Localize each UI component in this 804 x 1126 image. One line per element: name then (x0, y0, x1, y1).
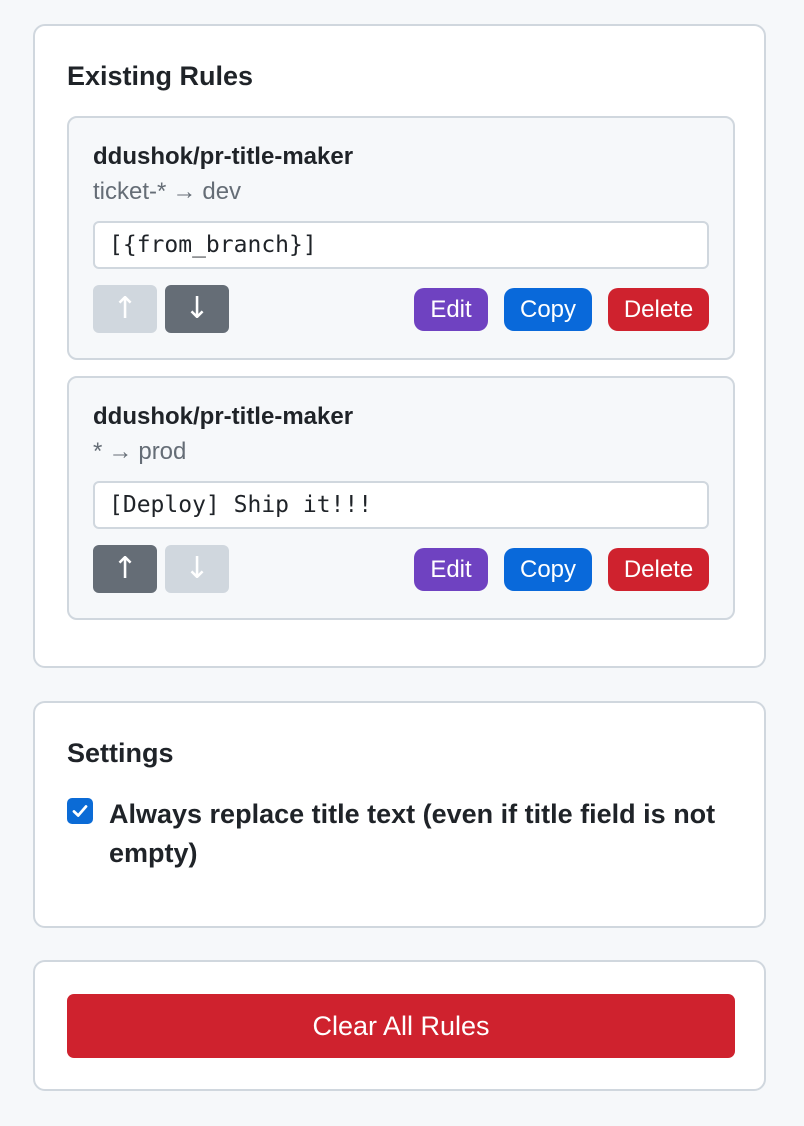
clear-rules-panel: Clear All Rules (33, 960, 766, 1091)
always-replace-checkbox[interactable] (67, 798, 93, 824)
edit-rule-button[interactable]: Edit (414, 288, 488, 331)
rule-template-input[interactable] (93, 221, 709, 269)
existing-rules-title: Existing Rules (67, 61, 254, 91)
existing-rules-panel: Existing Rules ddushok/pr-title-maker ti… (33, 24, 766, 668)
checkmark-icon (72, 805, 88, 817)
copy-rule-button[interactable]: Copy (504, 548, 592, 591)
edit-rule-button[interactable]: Edit (414, 548, 488, 591)
rule-to-branch: prod (138, 438, 187, 465)
move-down-button[interactable]: ↓ (165, 285, 229, 333)
delete-rule-button[interactable]: Delete (608, 288, 709, 331)
copy-rule-button[interactable]: Copy (504, 288, 592, 331)
rule-card: ddushok/pr-title-maker *→prod ↑ ↓ Edit C… (67, 376, 735, 620)
rule-branch-mapping: * → prod (93, 440, 186, 464)
arrow-right-icon: → (108, 438, 133, 465)
clear-all-rules-button[interactable]: Clear All Rules (67, 994, 735, 1058)
rule-template-input[interactable] (93, 481, 709, 529)
rule-branch-mapping: ticket-* → dev (93, 180, 241, 204)
settings-panel: Settings Always replace title text (even… (33, 701, 766, 928)
arrow-right-icon: → (172, 178, 197, 205)
rule-to-branch: dev (202, 178, 242, 205)
delete-rule-button[interactable]: Delete (608, 548, 709, 591)
rule-from-branch: ticket-* (93, 178, 167, 205)
move-up-button: ↑ (93, 285, 157, 333)
rule-card: ddushok/pr-title-maker ticket-*→dev ↑ ↓ … (67, 116, 735, 360)
move-up-button[interactable]: ↑ (93, 545, 157, 593)
settings-title: Settings (67, 738, 174, 768)
rule-from-branch: * (93, 438, 103, 465)
always-replace-label[interactable]: Always replace title text (even if title… (109, 795, 729, 873)
rule-repo-name: ddushok/pr-title-maker (93, 403, 354, 430)
move-down-button: ↓ (165, 545, 229, 593)
rule-repo-name: ddushok/pr-title-maker (93, 143, 354, 170)
